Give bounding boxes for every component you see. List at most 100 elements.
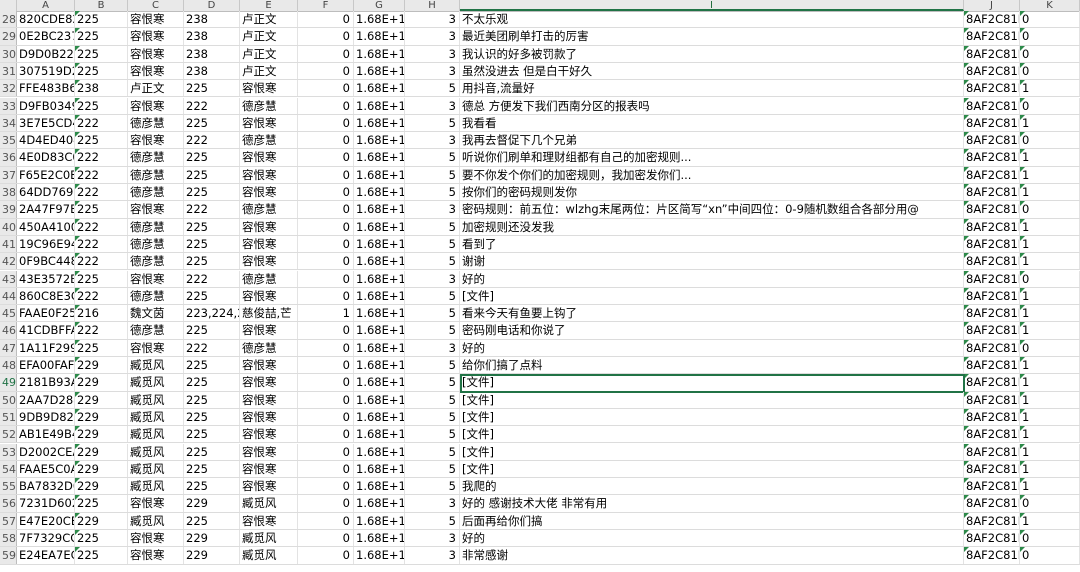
row-header[interactable]: 46 [0,322,17,339]
cell-f[interactable]: 0 [298,218,354,235]
cell-f[interactable]: 0 [298,97,354,114]
cell-d[interactable]: 222 [184,270,240,287]
cell-c[interactable]: 德彦慧 [128,287,184,305]
cell-a[interactable]: 41CDBFFA [17,322,75,339]
cell-k[interactable]: 1 [1020,512,1080,529]
cell-d[interactable]: 225 [184,235,240,253]
cell-g[interactable]: 1.68E+15 [354,322,405,339]
cell-d[interactable]: 225 [184,443,240,460]
cell-f[interactable]: 0 [298,287,354,305]
cell-k[interactable]: 1 [1020,443,1080,460]
column-header-j[interactable]: J [964,0,1020,11]
cell-a[interactable]: 2A47F97E [17,201,75,218]
cell-h[interactable]: 5 [405,305,460,322]
cell-a[interactable]: 307519D2 [17,62,75,80]
cell-c[interactable]: 容恨寒 [128,62,184,80]
cell-a[interactable]: 1A11F299 [17,339,75,356]
cell-d[interactable]: 222 [184,97,240,114]
cell-b[interactable]: 225 [75,201,128,218]
cell-b[interactable]: 222 [75,287,128,305]
cell-k[interactable]: 0 [1020,495,1080,512]
cell-e[interactable]: 容恨寒 [240,391,298,408]
cell-i[interactable]: 好的 [460,530,964,547]
cell-c[interactable]: 德彦慧 [128,218,184,235]
cell-k[interactable]: 1 [1020,322,1080,339]
cell-k[interactable]: 1 [1020,305,1080,322]
cell-j[interactable]: 8AF2C81F [964,201,1020,218]
cell-c[interactable]: 臧觅风 [128,443,184,460]
cell-j[interactable]: 8AF2C81F [964,478,1020,495]
row-header[interactable]: 57 [0,512,17,529]
cell-f[interactable]: 0 [298,45,354,62]
cell-e[interactable]: 容恨寒 [240,235,298,253]
cell-h[interactable]: 5 [405,287,460,305]
cell-h[interactable]: 3 [405,97,460,114]
cell-b[interactable]: 222 [75,149,128,166]
column-header-i[interactable]: I [460,0,964,11]
cell-e[interactable]: 臧觅风 [240,495,298,512]
row-header[interactable]: 34 [0,114,17,132]
cell-b[interactable]: 229 [75,391,128,408]
cell-f[interactable]: 0 [298,443,354,460]
cell-d[interactable]: 225 [184,374,240,391]
row-header[interactable]: 43 [0,270,17,287]
cell-f[interactable]: 0 [298,391,354,408]
cell-f[interactable]: 0 [298,357,354,374]
cell-a[interactable]: 4D4ED404 [17,132,75,149]
cell-k[interactable]: 1 [1020,287,1080,305]
cell-c[interactable]: 德彦慧 [128,235,184,253]
cell-b[interactable]: 225 [75,11,128,28]
cell-c[interactable]: 容恨寒 [128,97,184,114]
cell-g[interactable]: 1.68E+15 [354,305,405,322]
cell-j[interactable]: 8AF2C81F [964,45,1020,62]
cell-d[interactable]: 225 [184,512,240,529]
cell-g[interactable]: 1.68E+15 [354,11,405,28]
cell-h[interactable]: 5 [405,149,460,166]
row-header[interactable]: 50 [0,391,17,408]
cell-e[interactable]: 卢正文 [240,62,298,80]
cell-a[interactable]: 860C8E3C [17,287,75,305]
cell-i[interactable]: 看到了 [460,235,964,253]
cell-j[interactable]: 8AF2C81F [964,322,1020,339]
cell-d[interactable]: 238 [184,28,240,45]
cell-i[interactable]: 德总 方便发下我们西南分区的报表吗 [460,97,964,114]
row-header[interactable]: 37 [0,166,17,183]
cell-k[interactable]: 1 [1020,149,1080,166]
cell-c[interactable]: 德彦慧 [128,114,184,132]
cell-d[interactable]: 229 [184,495,240,512]
cell-f[interactable]: 0 [298,253,354,270]
cell-e[interactable]: 容恨寒 [240,443,298,460]
cell-h[interactable]: 5 [405,426,460,443]
cell-k[interactable]: 0 [1020,45,1080,62]
cell-b[interactable]: 229 [75,460,128,478]
cell-h[interactable]: 5 [405,80,460,97]
cell-h[interactable]: 3 [405,270,460,287]
cell-e[interactable]: 德彦慧 [240,201,298,218]
cell-g[interactable]: 1.68E+15 [354,547,405,564]
cell-i[interactable]: 我认识的好多被罚款了 [460,45,964,62]
cell-g[interactable]: 1.68E+15 [354,253,405,270]
cell-i[interactable]: 好的 [460,339,964,356]
cell-f[interactable]: 0 [298,235,354,253]
cell-h[interactable]: 5 [405,235,460,253]
cell-d[interactable]: 225 [184,184,240,201]
cell-d[interactable]: 225 [184,218,240,235]
cell-i[interactable]: 密码刚电话和你说了 [460,322,964,339]
cell-i[interactable]: 给你们搞了点料 [460,357,964,374]
cell-i[interactable]: 我看看 [460,114,964,132]
cell-i[interactable]: 按你们的密码规则发你 [460,184,964,201]
cell-j[interactable]: 8AF2C81F [964,443,1020,460]
row-header[interactable]: 32 [0,80,17,97]
column-header-e[interactable]: E [240,0,298,11]
cell-g[interactable]: 1.68E+15 [354,408,405,426]
cell-f[interactable]: 0 [298,270,354,287]
cell-d[interactable]: 225 [184,426,240,443]
cell-b[interactable]: 225 [75,28,128,45]
column-header-k[interactable]: K [1020,0,1080,11]
cell-g[interactable]: 1.68E+15 [354,28,405,45]
row-header[interactable]: 39 [0,201,17,218]
cell-h[interactable]: 5 [405,374,460,391]
cell-k[interactable]: 1 [1020,357,1080,374]
cell-d[interactable]: 225 [184,460,240,478]
cell-f[interactable]: 0 [298,495,354,512]
